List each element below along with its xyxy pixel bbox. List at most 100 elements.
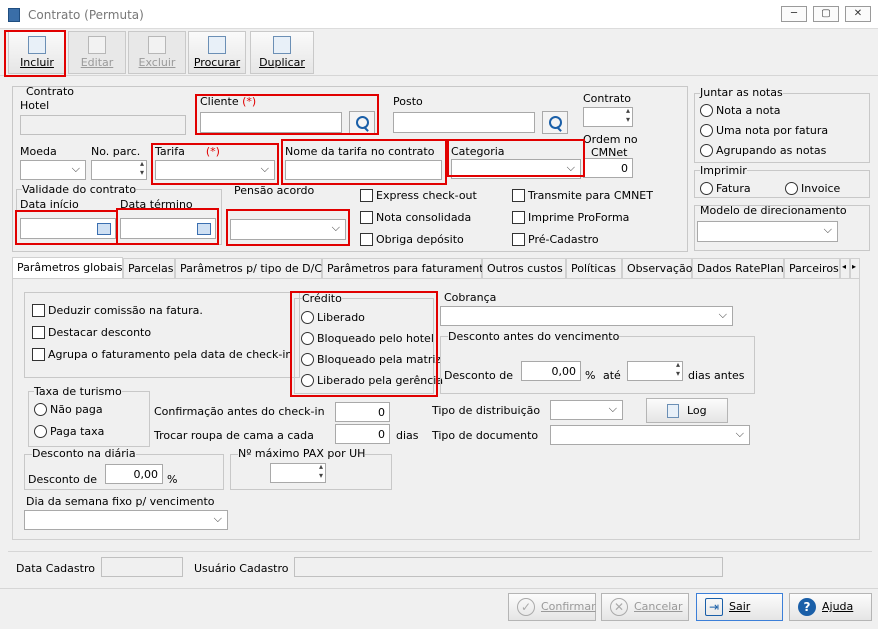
confirmar-button[interactable]: ✓ Confirmar <box>508 593 596 621</box>
tab-parcelas[interactable]: Parcelas <box>123 258 175 278</box>
ajuda-button[interactable]: ? Ajuda <box>789 593 872 621</box>
dia-semana-select[interactable] <box>24 510 228 530</box>
highlight-nome-tarifa <box>281 139 447 185</box>
pensao-label: Pensão acordo <box>234 184 315 197</box>
documento-label: Tipo de documento <box>432 429 539 442</box>
desconto-vencimento-label: Desconto antes do vencimento <box>448 330 620 343</box>
pax-stepper[interactable] <box>270 462 326 483</box>
desconto-de-label: Desconto de <box>444 369 514 382</box>
obriga-checkbox[interactable] <box>360 233 373 246</box>
hotel-field <box>20 115 186 135</box>
ate-label: até <box>603 369 621 382</box>
diaria-desconto-input[interactable]: 0,00 <box>105 464 163 484</box>
invoice-radio[interactable] <box>785 182 798 195</box>
data-cadastro-field <box>101 557 183 577</box>
moeda-label: Moeda <box>20 145 57 158</box>
minimize-button[interactable]: ─ <box>781 6 807 22</box>
nota-consolidada-checkbox[interactable] <box>360 211 373 224</box>
roupa-dias-label: dias <box>396 429 419 442</box>
paga-taxa-label: Paga taxa <box>50 425 105 438</box>
duplicar-button[interactable]: Duplicar <box>250 31 314 74</box>
nota-a-nota-radio[interactable] <box>700 104 713 117</box>
invoice-label: Invoice <box>801 182 841 195</box>
paga-taxa-radio[interactable] <box>34 425 47 438</box>
noparc-stepper[interactable] <box>91 159 147 180</box>
roupa-label: Trocar roupa de cama a cada <box>154 429 314 442</box>
uma-nota-radio[interactable] <box>700 124 713 137</box>
confirmacao-label: Confirmação antes do check-in <box>154 405 325 418</box>
express-checkbox[interactable] <box>360 189 373 202</box>
diaria-pct-label: % <box>167 473 178 486</box>
roupa-input[interactable]: 0 <box>335 424 390 444</box>
uma-nota-label: Uma nota por fatura <box>716 124 829 137</box>
delete-icon <box>148 36 166 54</box>
deduzir-checkbox[interactable] <box>32 304 45 317</box>
title-bar: Contrato (Permuta) ─ ▢ ✕ <box>0 0 878 29</box>
moeda-select[interactable] <box>20 160 86 180</box>
contrato-number-stepper[interactable] <box>583 106 633 127</box>
usuario-cadastro-label: Usuário Cadastro <box>194 562 289 575</box>
tab-parametros-dc[interactable]: Parâmetros p/ tipo de D/C <box>175 258 322 278</box>
tab-dados-rateplan[interactable]: Dados RatePlan <box>692 258 784 278</box>
desconto-vencimento-input[interactable]: 0,00 <box>521 361 581 381</box>
cancel-icon: ✕ <box>610 598 628 616</box>
nao-paga-radio[interactable] <box>34 403 47 416</box>
proforma-label: Imprime ProForma <box>528 211 630 224</box>
exit-icon: ⇥ <box>705 598 723 616</box>
posto-input[interactable] <box>393 112 535 133</box>
validade-label: Validade do contrato <box>22 183 137 196</box>
noparc-label: No. parc. <box>91 145 141 158</box>
turismo-group <box>28 391 150 447</box>
precadastro-label: Pré-Cadastro <box>528 233 599 246</box>
dias-antes-label: dias antes <box>688 369 745 382</box>
agrupando-radio[interactable] <box>700 144 713 157</box>
ordem-label: Ordem no <box>583 133 638 146</box>
posto-search-icon[interactable] <box>542 111 568 134</box>
proforma-checkbox[interactable] <box>512 211 525 224</box>
duplicate-icon <box>273 36 291 54</box>
hotel-label: Hotel <box>20 99 50 112</box>
agrupando-label: Agrupando as notas <box>716 144 827 157</box>
transmite-checkbox[interactable] <box>512 189 525 202</box>
agrupa-label: Agrupa o faturamento pela data de check-… <box>48 348 293 361</box>
close-button[interactable]: ✕ <box>845 6 871 22</box>
sair-button[interactable]: ⇥ Sair <box>696 593 783 621</box>
precadastro-checkbox[interactable] <box>512 233 525 246</box>
edit-icon <box>88 36 106 54</box>
excluir-button[interactable]: Excluir <box>128 31 186 74</box>
log-button[interactable]: Log <box>646 398 728 423</box>
tab-faturamento[interactable]: Parâmetros para faturamento <box>322 258 490 278</box>
tab-parceiros[interactable]: Parceiros <box>784 258 840 278</box>
check-icon: ✓ <box>517 598 535 616</box>
juntar-label: Juntar as notas <box>700 86 783 99</box>
maximize-button[interactable]: ▢ <box>813 6 839 22</box>
desconto-vencimento-group <box>440 336 755 394</box>
tab-outros-custos[interactable]: Outros custos <box>482 258 566 278</box>
destacar-checkbox[interactable] <box>32 326 45 339</box>
transmite-label: Transmite para CMNET <box>528 189 653 202</box>
fatura-radio[interactable] <box>700 182 713 195</box>
cancelar-button[interactable]: ✕ Cancelar <box>601 593 689 621</box>
tab-observacao[interactable]: Observação <box>622 258 692 278</box>
deduzir-label: Deduzir comissão na fatura. <box>48 304 203 317</box>
dias-antes-stepper[interactable] <box>627 360 683 381</box>
cobranca-label: Cobrança <box>444 291 497 304</box>
cobranca-select[interactable] <box>440 306 733 326</box>
ordem-cmnet-field[interactable]: 0 <box>583 158 633 178</box>
agrupa-checkbox[interactable] <box>32 348 45 361</box>
window-title: Contrato (Permuta) <box>28 8 144 22</box>
highlight-data-inicio <box>15 210 118 245</box>
fatura-label: Fatura <box>716 182 751 195</box>
tab-parametros-globais[interactable]: Parâmetros globais <box>12 257 123 279</box>
nao-paga-label: Não paga <box>50 403 103 416</box>
documento-select[interactable] <box>550 425 750 445</box>
tab-scroll-right-icon[interactable]: ▸ <box>850 258 860 278</box>
search-document-icon <box>208 36 226 54</box>
procurar-button[interactable]: Procurar <box>188 31 246 74</box>
distribuicao-select[interactable] <box>550 400 623 420</box>
tab-politicas[interactable]: Políticas <box>566 258 622 278</box>
confirmacao-input[interactable]: 0 <box>335 402 390 422</box>
tab-scroll-left-icon[interactable]: ◂ <box>840 258 850 278</box>
editar-button[interactable]: Editar <box>68 31 126 74</box>
direcionamento-select[interactable] <box>697 221 838 242</box>
